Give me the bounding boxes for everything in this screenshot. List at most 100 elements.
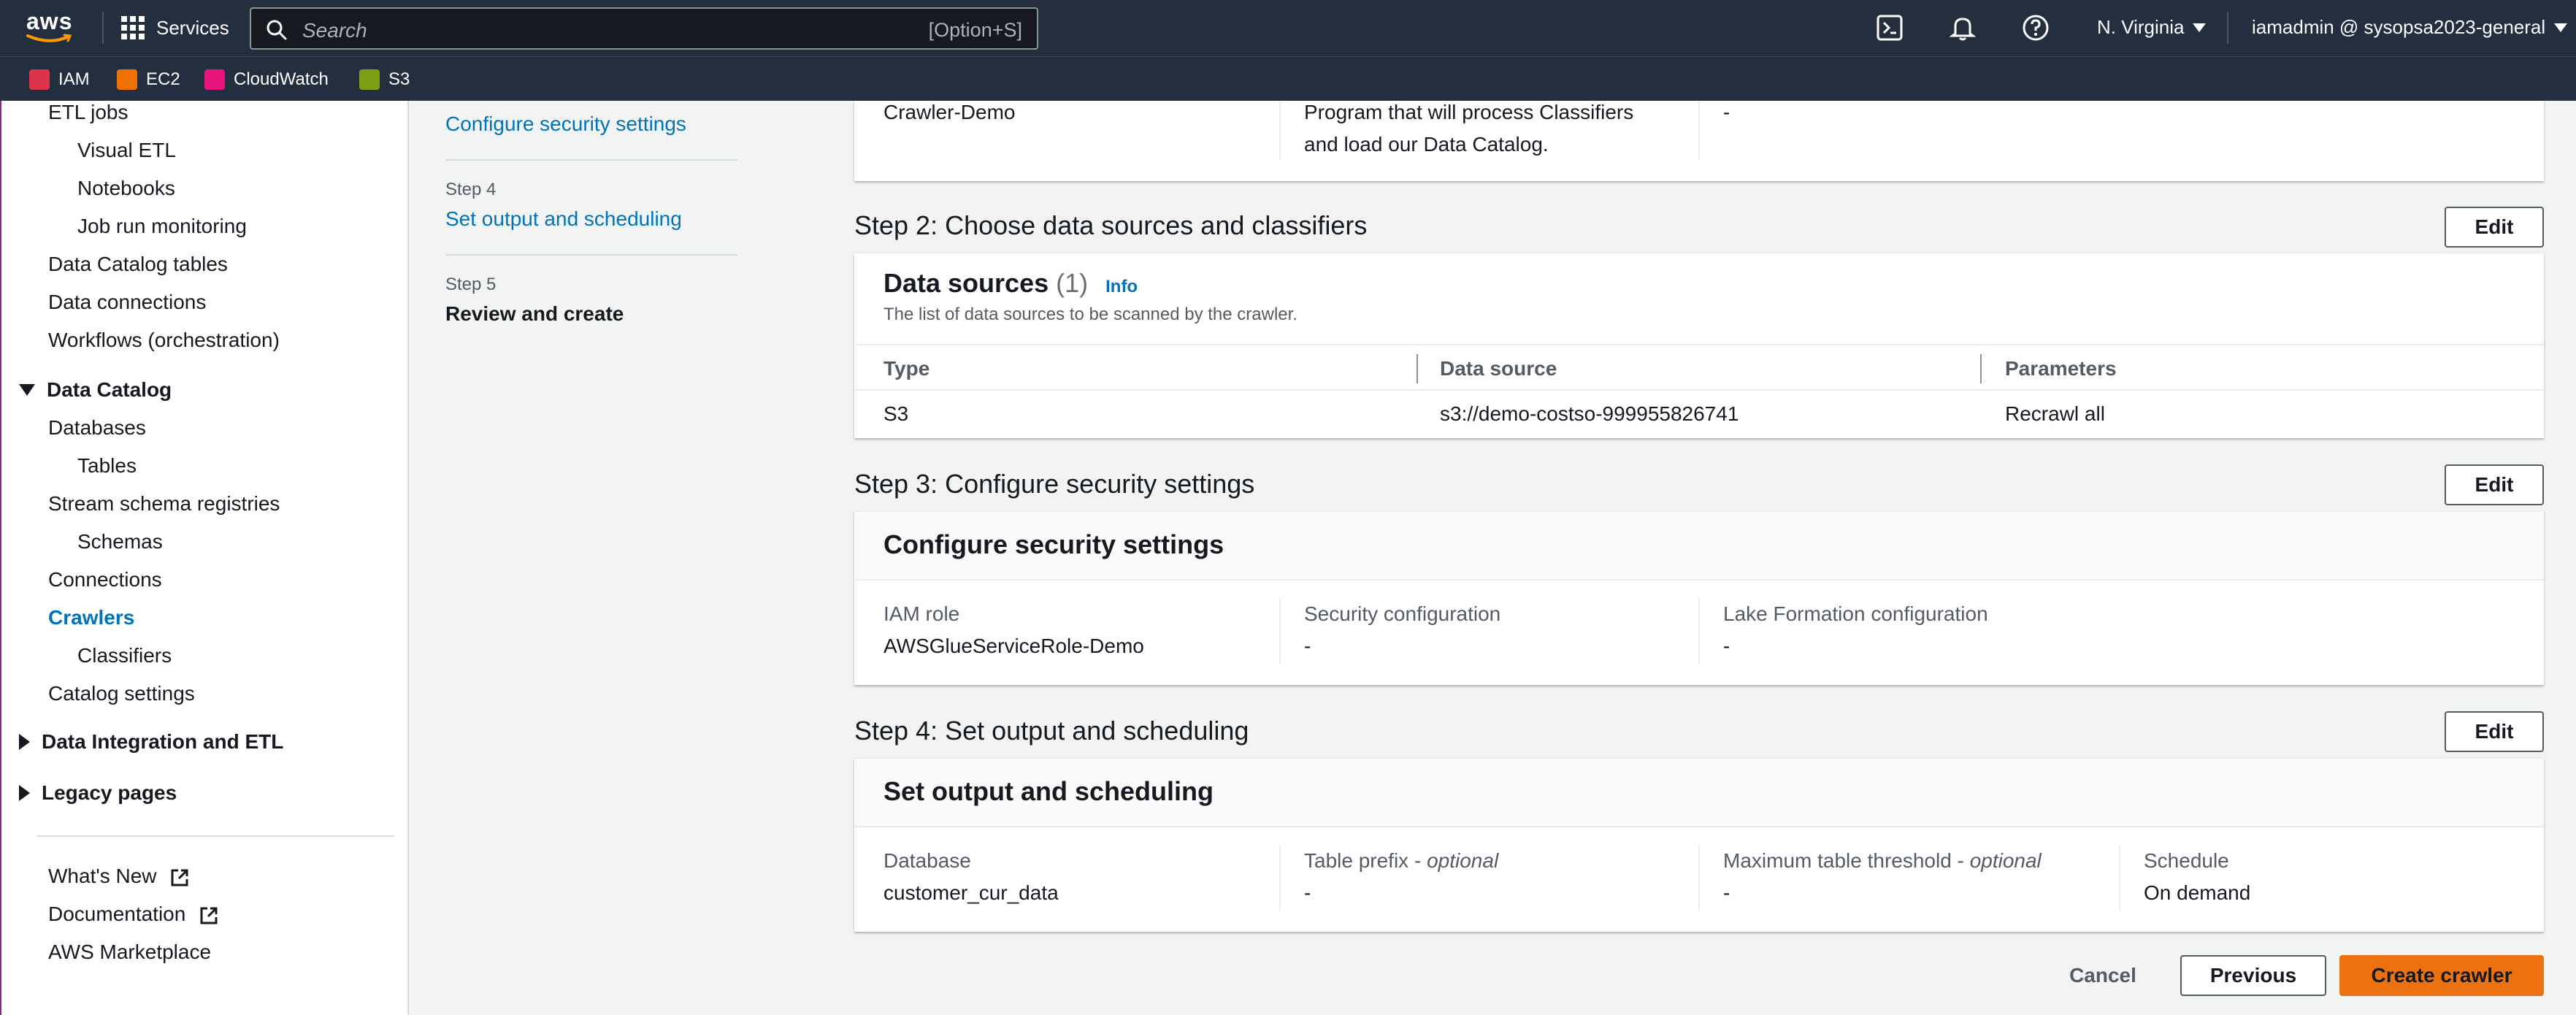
favorites-bar: IAM EC2 CloudWatch S3 xyxy=(0,56,2576,101)
sidebar-link-aws-marketplace[interactable]: AWS Marketplace xyxy=(48,941,211,964)
section-label: Legacy pages xyxy=(42,781,177,804)
favorite-label: IAM xyxy=(58,69,90,89)
favorite-label: S3 xyxy=(388,69,410,89)
cloudshell-icon[interactable] xyxy=(1875,13,1904,42)
sidebar-item-crawlers[interactable]: Crawlers xyxy=(48,606,134,629)
column-resizer[interactable] xyxy=(1417,354,1418,383)
security-settings-title: Configure security settings xyxy=(883,529,1224,559)
sidebar-item-workflows[interactable]: Workflows (orchestration) xyxy=(48,329,280,352)
create-crawler-button[interactable]: Create crawler xyxy=(2339,955,2544,996)
crawler-description-line-2: and load our Data Catalog. xyxy=(1304,133,1549,156)
wizard-step-3-link[interactable]: Configure security settings xyxy=(445,112,686,136)
help-icon[interactable] xyxy=(2021,13,2050,42)
iam-role-label: IAM role xyxy=(883,602,960,625)
column-divider xyxy=(1279,845,1281,911)
sidebar-item-databases[interactable]: Databases xyxy=(48,416,146,440)
caret-down-icon xyxy=(2554,23,2568,32)
step2-edit-button[interactable]: Edit xyxy=(2445,207,2544,248)
table-row: S3 s3://demo-costso-999955826741 Recrawl… xyxy=(854,391,2544,437)
sidebar-item-classifiers[interactable]: Classifiers xyxy=(77,644,172,667)
sidebar-item-etl-jobs[interactable]: ETL jobs xyxy=(48,101,128,124)
sidebar-item-schemas[interactable]: Schemas xyxy=(77,530,163,554)
table-prefix-value: - xyxy=(1304,881,1311,904)
column-resizer[interactable] xyxy=(1980,354,1982,383)
schedule-value: On demand xyxy=(2144,881,2251,904)
data-sources-title: Data sources xyxy=(883,268,1049,298)
sidebar-section-legacy-pages[interactable]: Legacy pages xyxy=(19,781,177,805)
column-header-data-source[interactable]: Data source xyxy=(1440,357,1557,380)
data-sources-header: Data sources (1) Info xyxy=(883,268,1138,299)
favorite-ec2[interactable]: EC2 xyxy=(117,67,180,92)
sidebar-item-notebooks[interactable]: Notebooks xyxy=(77,177,175,200)
step4-heading: Step 4: Set output and scheduling xyxy=(854,716,1249,746)
optional-tag: optional xyxy=(1969,849,2042,872)
link-label: Documentation xyxy=(48,903,186,925)
sidebar-item-data-catalog-tables[interactable]: Data Catalog tables xyxy=(48,253,228,276)
section-label: Data Integration and ETL xyxy=(42,730,284,753)
step3-edit-button[interactable]: Edit xyxy=(2445,464,2544,505)
step2-heading: Step 2: Choose data sources and classifi… xyxy=(854,210,1368,240)
sidebar-section-data-integration[interactable]: Data Integration and ETL xyxy=(19,730,283,754)
bell-icon[interactable] xyxy=(1948,13,1977,42)
sidebar-item-data-connections[interactable]: Data connections xyxy=(48,291,206,314)
lake-formation-value: - xyxy=(1723,635,1730,657)
topbar-divider xyxy=(2227,12,2228,44)
info-link[interactable]: Info xyxy=(1105,277,1138,297)
services-menu-button[interactable]: Services xyxy=(121,15,229,41)
panel-header: Set output and scheduling xyxy=(854,759,2544,827)
column-divider xyxy=(2119,845,2120,911)
services-label: Services xyxy=(156,16,229,39)
column-divider xyxy=(1698,598,1700,664)
crawler-tags-value: - xyxy=(1723,101,1730,123)
link-label: What's New xyxy=(48,865,157,887)
cancel-button[interactable]: Cancel xyxy=(2053,955,2153,996)
wizard-step-5-current: Review and create xyxy=(445,302,624,325)
max-table-threshold-value: - xyxy=(1723,881,1730,904)
step4-edit-button[interactable]: Edit xyxy=(2445,711,2544,752)
favorite-label: EC2 xyxy=(146,69,180,89)
optional-tag: optional xyxy=(1427,849,1499,872)
cloudwatch-service-icon xyxy=(204,69,225,90)
favorite-s3[interactable]: S3 xyxy=(359,67,410,92)
previous-button[interactable]: Previous xyxy=(2180,955,2326,996)
wizard-step-4-link[interactable]: Set output and scheduling xyxy=(445,207,682,231)
search-icon xyxy=(267,20,287,40)
sidebar-item-connections[interactable]: Connections xyxy=(48,568,162,591)
security-settings-panel: Configure security settings IAM role AWS… xyxy=(854,511,2544,685)
column-divider xyxy=(1698,845,1700,911)
search-input[interactable]: Search [Option+S] xyxy=(250,7,1038,50)
external-link-icon xyxy=(171,869,188,886)
lake-formation-label: Lake Formation configuration xyxy=(1723,602,1988,625)
favorite-iam[interactable]: IAM xyxy=(29,67,90,92)
column-header-parameters[interactable]: Parameters xyxy=(2005,357,2117,380)
aws-logo-text: aws xyxy=(26,8,73,34)
aws-logo[interactable]: aws xyxy=(26,9,74,42)
step3-heading: Step 3: Configure security settings xyxy=(854,469,1255,499)
sidebar-divider xyxy=(37,835,394,837)
sidebar-link-documentation[interactable]: Documentation xyxy=(48,903,219,926)
grid-icon xyxy=(121,16,145,39)
security-configuration-label: Security configuration xyxy=(1304,602,1501,625)
max-table-threshold-label-text: Maximum table threshold - xyxy=(1723,849,1970,872)
table-prefix-label: Table prefix - optional xyxy=(1304,849,1498,873)
sidebar-item-catalog-settings[interactable]: Catalog settings xyxy=(48,682,195,705)
favorite-label: CloudWatch xyxy=(234,69,329,89)
output-scheduling-panel: Set output and scheduling Database custo… xyxy=(854,758,2544,932)
sidebar-item-tables[interactable]: Tables xyxy=(77,454,137,478)
region-label: N. Virginia xyxy=(2097,16,2185,38)
step1-properties-panel: Crawler-Demo Program that will process C… xyxy=(854,101,2544,181)
favorite-cloudwatch[interactable]: CloudWatch xyxy=(204,67,329,92)
sidebar-item-stream-schema-registries[interactable]: Stream schema registries xyxy=(48,492,280,516)
cell-parameters: Recrawl all xyxy=(2005,402,2105,425)
sidebar-link-whats-new[interactable]: What's New xyxy=(48,865,190,888)
wizard-step-5-label: Step 5 xyxy=(445,275,497,294)
region-selector[interactable]: N. Virginia xyxy=(2097,16,2207,39)
sidebar-item-visual-etl[interactable]: Visual ETL xyxy=(77,139,176,162)
ec2-service-icon xyxy=(117,69,137,90)
column-header-type[interactable]: Type xyxy=(883,357,929,380)
sidebar-item-job-run-monitoring[interactable]: Job run monitoring xyxy=(77,215,247,238)
security-configuration-value: - xyxy=(1304,635,1311,657)
account-menu[interactable]: iamadmin @ sysopsa2023-general xyxy=(2252,16,2568,39)
crawler-name-value: Crawler-Demo xyxy=(883,101,1016,123)
sidebar-section-data-catalog[interactable]: Data Catalog xyxy=(19,378,172,402)
